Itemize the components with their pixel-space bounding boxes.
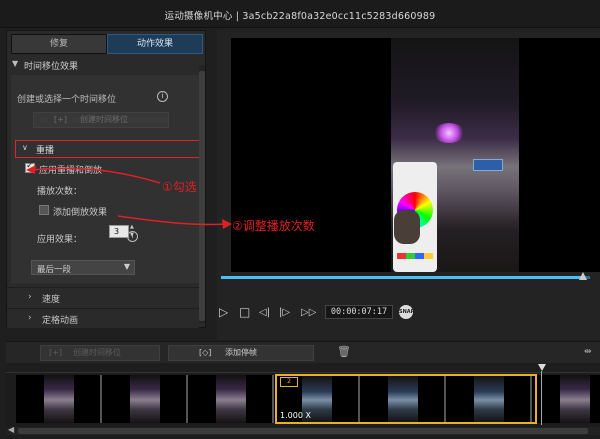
stepper-down-icon[interactable]: ▼ bbox=[130, 232, 134, 238]
create-time-shift-toolbar-button[interactable]: [+] 创建时间移位 bbox=[40, 345, 160, 361]
caret-down-icon: ▼ bbox=[123, 262, 130, 271]
add-reverse-checkbox[interactable] bbox=[39, 205, 49, 215]
scroll-left-icon[interactable]: ◀ bbox=[8, 425, 14, 434]
previous-frame-icon[interactable]: ◁| bbox=[259, 307, 270, 318]
speed-section-header[interactable]: › 速度 bbox=[7, 287, 199, 307]
playback-knob[interactable] bbox=[578, 272, 587, 280]
add-freeze-frame-button[interactable]: [◇] 添加停帧 bbox=[168, 345, 314, 361]
timeline-ruler[interactable] bbox=[6, 363, 600, 373]
apply-replay-checkbox[interactable] bbox=[25, 161, 35, 173]
playback-progress-fill bbox=[221, 276, 583, 279]
fast-forward-icon[interactable]: ▷▷ bbox=[301, 307, 316, 318]
chevron-down-icon: ▼ bbox=[12, 59, 19, 68]
freeze-frame-icon: [◇] bbox=[199, 348, 212, 357]
title-bar: 运动摄像机中心 | 3a5cb22a8f0a32e0cc11c5283d6609… bbox=[0, 0, 600, 28]
clip-thumbnail bbox=[188, 375, 274, 423]
panel-tabs: 修复 动作效果 bbox=[11, 34, 203, 54]
freeze-section-label: 定格动画 bbox=[42, 316, 79, 326]
snapshot-icon[interactable]: SNAP bbox=[399, 305, 414, 319]
tab-action-effects[interactable]: 动作效果 bbox=[107, 34, 203, 54]
time-shift-section-header[interactable]: ▼ 时间移位效果 bbox=[7, 57, 200, 73]
apply-effect-label: 应用效果： bbox=[37, 235, 83, 245]
time-shift-section-label: 时间移位效果 bbox=[24, 62, 79, 72]
clip-thumbnail bbox=[102, 375, 188, 423]
fit-timeline-icon[interactable]: ⇹ bbox=[584, 347, 592, 357]
timeline-scrollbar-thumb[interactable] bbox=[18, 428, 588, 434]
clip-thumbnail bbox=[16, 375, 102, 423]
timeline-toolbar: [+] 创建时间移位 [◇] 添加停帧 🗑 ⇹ bbox=[6, 341, 600, 363]
timeline-scrollbar[interactable]: ◀ bbox=[6, 425, 600, 435]
info-icon[interactable]: i bbox=[157, 91, 168, 102]
play-count-label: 播放次数： bbox=[37, 187, 83, 197]
next-frame-icon[interactable]: |▷ bbox=[279, 307, 290, 318]
panel-scrollbar-thumb[interactable] bbox=[199, 71, 205, 321]
clip-thumbnail bbox=[532, 375, 600, 423]
apply-replay-label: 应用重播和倒放 bbox=[39, 166, 103, 176]
selected-time-shift-segment[interactable]: 2 1.000 X bbox=[275, 374, 537, 424]
chevron-right-icon: › bbox=[28, 313, 32, 323]
video-frame bbox=[391, 38, 519, 272]
clip-filmstrip[interactable]: 2 1.000 X bbox=[16, 374, 600, 424]
playhead-line bbox=[541, 371, 542, 425]
add-icon: [+] bbox=[54, 115, 67, 124]
freeze-section-header[interactable]: › 定格动画 bbox=[7, 308, 199, 328]
play-count-input[interactable]: 3 bbox=[109, 225, 129, 238]
chevron-right-icon: › bbox=[28, 292, 32, 302]
panel-scrollbar[interactable] bbox=[199, 65, 205, 323]
annotation-adjust-count: ②调整播放次数 bbox=[232, 219, 315, 233]
stop-icon[interactable]: □ bbox=[239, 305, 250, 319]
playhead-marker[interactable] bbox=[538, 364, 546, 371]
tab-repair[interactable]: 修复 bbox=[11, 34, 107, 54]
add-reverse-label: 添加倒放效果 bbox=[53, 208, 108, 218]
trash-icon[interactable]: 🗑 bbox=[337, 345, 351, 358]
create-time-shift-button[interactable]: [+] 创建时间移位 bbox=[33, 112, 169, 128]
timecode-display: 00:00:07:17 bbox=[325, 305, 393, 319]
video-canvas[interactable] bbox=[231, 38, 600, 272]
timeline: 2 1.000 X ◀ bbox=[6, 363, 600, 439]
apply-effect-dropdown[interactable]: 最后一段 ▼ bbox=[31, 260, 135, 275]
stepper-up-icon[interactable]: ▲ bbox=[130, 224, 134, 230]
speed-section-label: 速度 bbox=[42, 295, 61, 305]
playback-progress[interactable] bbox=[221, 272, 590, 280]
play-icon[interactable]: ▷ bbox=[219, 305, 228, 319]
apply-effect-value: 最后一段 bbox=[37, 265, 72, 275]
video-preview: ▷ □ ◁| |▷ ▷▷ 00:00:07:17 SNAP bbox=[217, 30, 600, 340]
replay-highlight-box bbox=[15, 140, 201, 158]
speed-badge: 2 bbox=[280, 377, 298, 387]
create-time-shift-label: 创建或选择一个时间移位 bbox=[17, 95, 117, 105]
add-icon: [+] bbox=[49, 348, 62, 357]
play-count-stepper[interactable]: ▲ ▼ bbox=[130, 224, 137, 239]
annotation-check: ①勾选 bbox=[162, 180, 197, 194]
window-title: 运动摄像机中心 | 3a5cb22a8f0a32e0cc11c5283d6609… bbox=[164, 11, 436, 22]
segment-rate: 1.000 X bbox=[280, 411, 311, 420]
